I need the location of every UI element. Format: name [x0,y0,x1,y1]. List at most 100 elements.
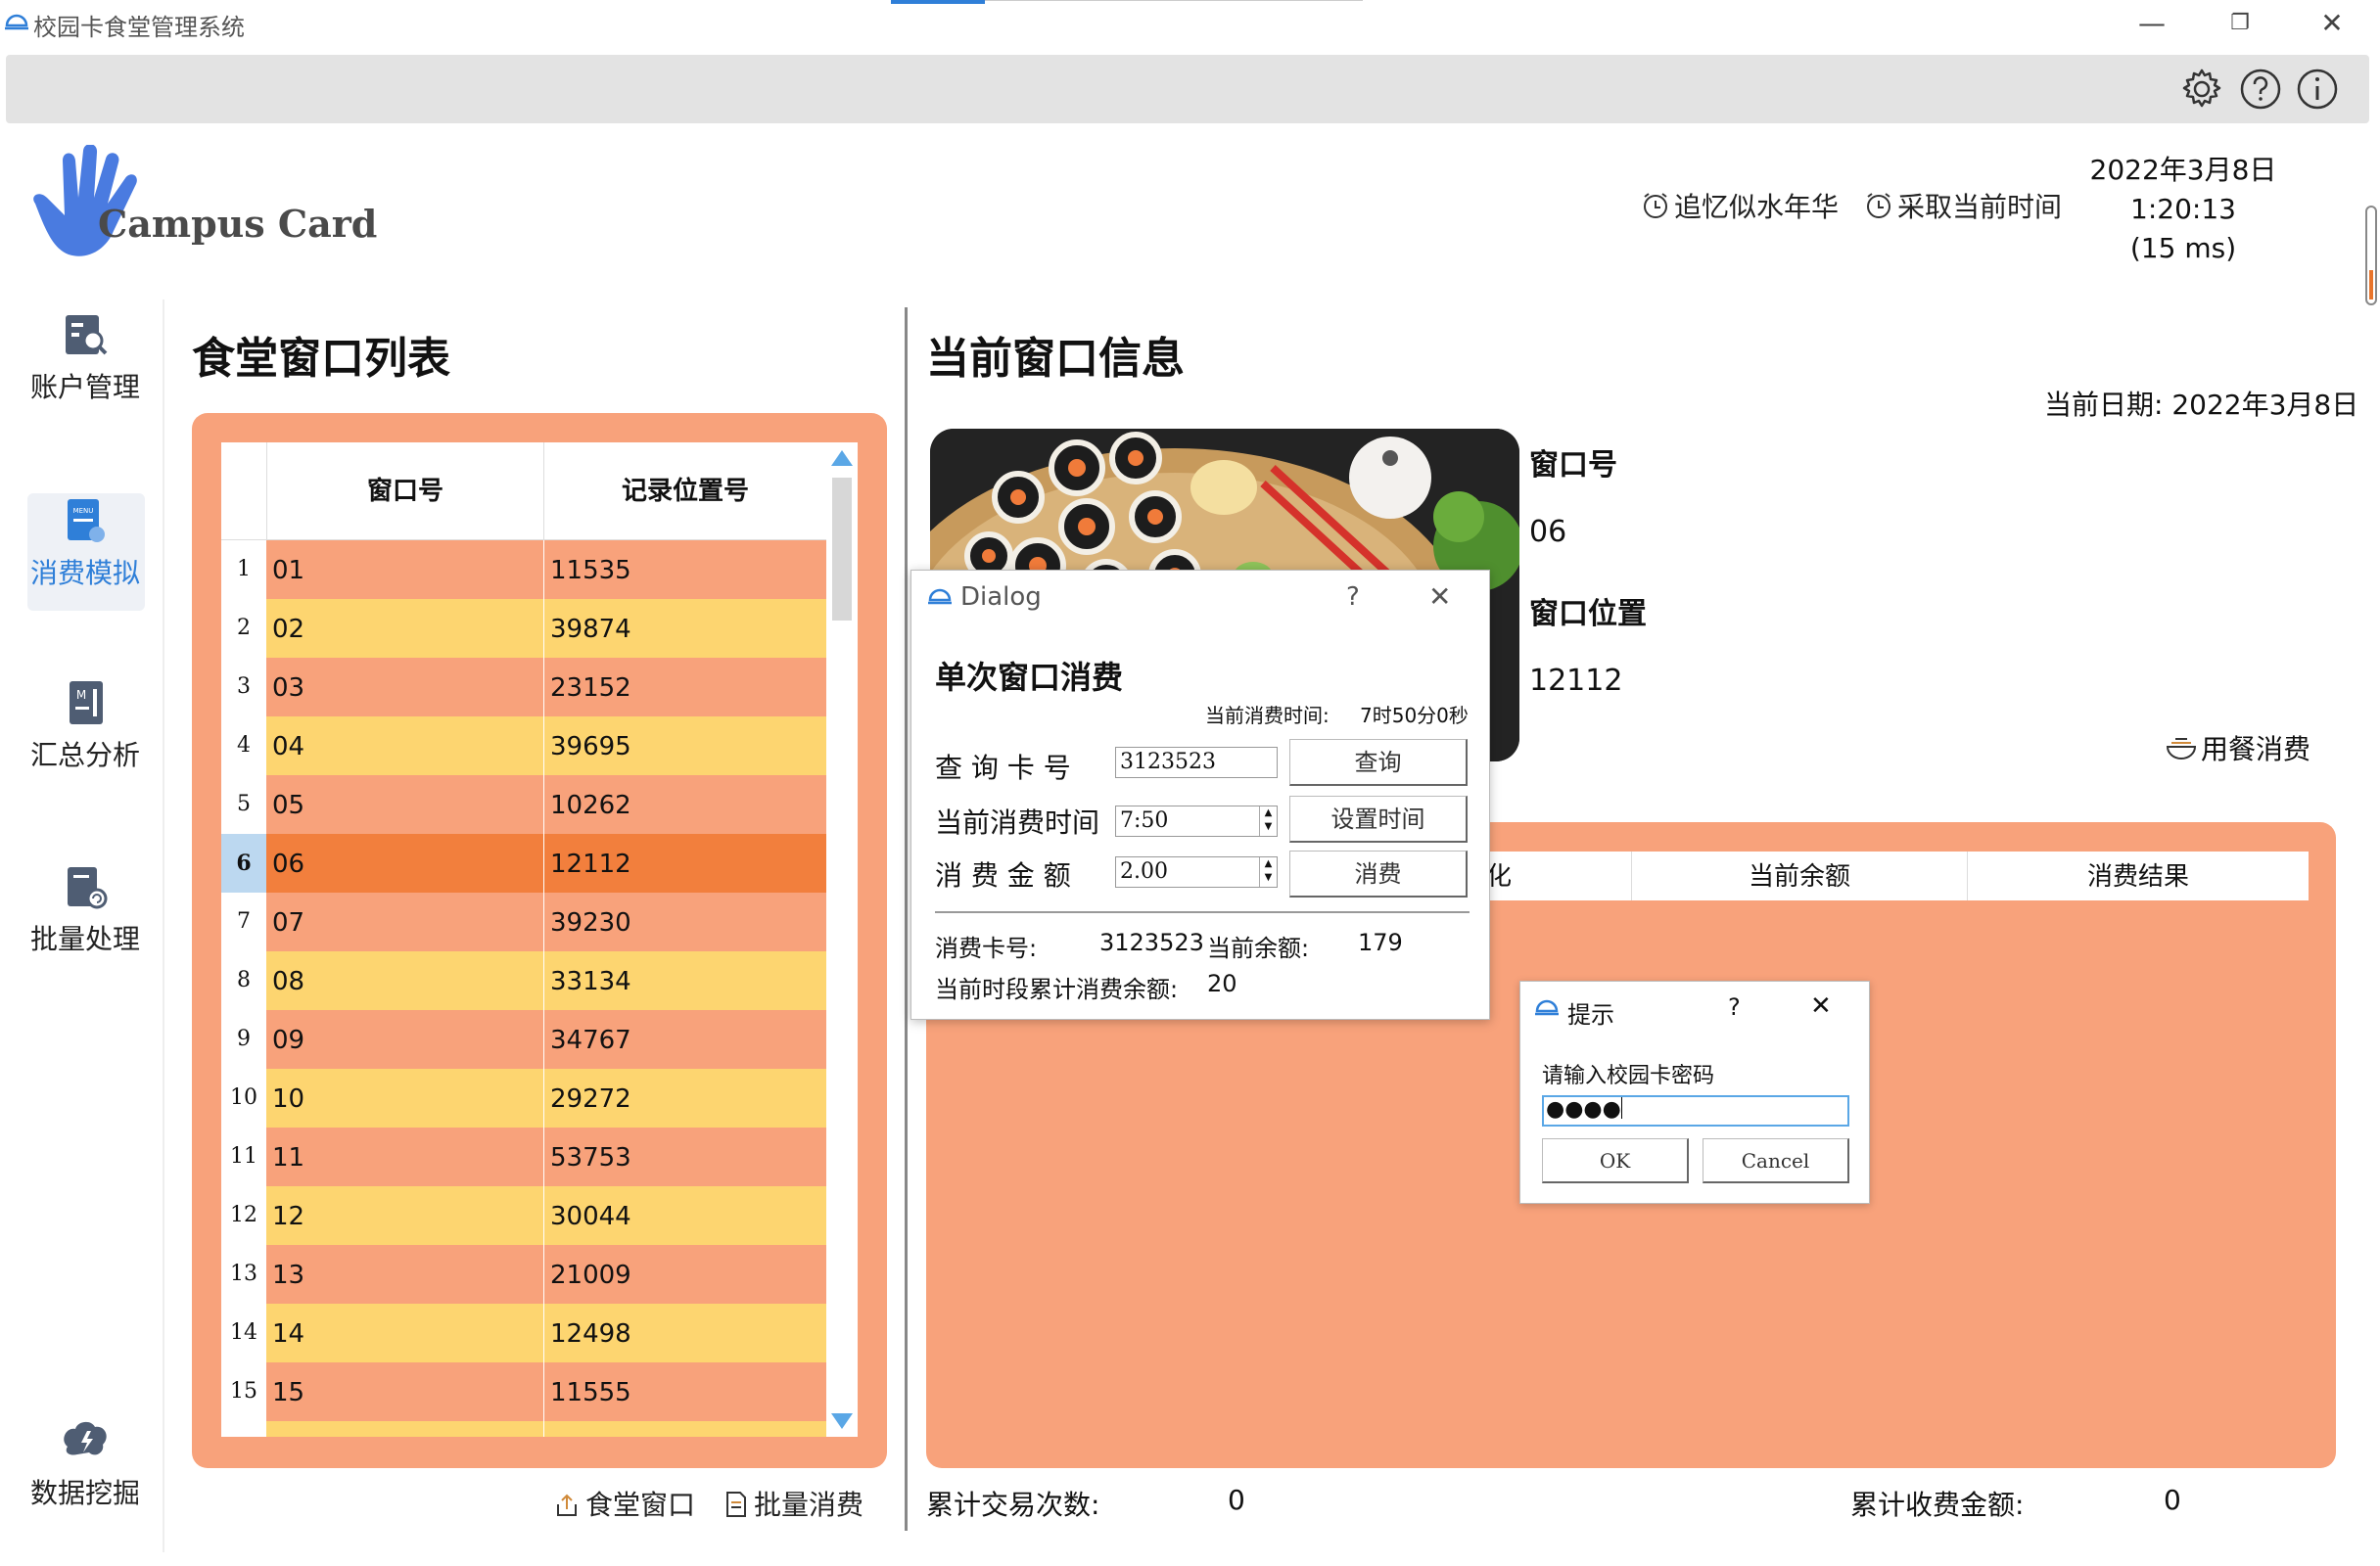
amount-spinner[interactable]: ▲ ▼ [1259,857,1277,887]
record-pos-cell: 11555 [544,1362,826,1421]
col-record-pos[interactable]: 记录位置号 [544,442,826,540]
window-no-cell: 08 [266,951,544,1010]
clock-display: 2022年3月8日 1:20:13 (15 ms) [2056,151,2310,268]
memory-link[interactable]: 追忆似水年华 [1641,186,1839,225]
time-spinner[interactable]: ▲ ▼ [1259,806,1277,836]
row-number [221,1421,266,1437]
record-pos-cell: 23152 [544,658,826,716]
help-icon[interactable] [2238,67,2283,112]
row-number: 4 [221,716,266,775]
prompt-close-button[interactable]: ✕ [1810,991,1832,1021]
set-time-button[interactable]: 设置时间 [1289,796,1468,843]
maximize-button[interactable]: ❐ [2211,4,2269,43]
minimize-button[interactable]: — [2123,4,2181,43]
table-row[interactable] [221,1421,826,1437]
row-number: 6 [221,834,266,893]
batch-consume-button[interactable]: 批量消费 [724,1484,863,1523]
row-number: 15 [221,1362,266,1421]
sidebar-item-consume-sim[interactable]: MENU 消费模拟 [27,497,143,591]
table-row[interactable]: 10 10 29272 [221,1069,826,1128]
col-balance[interactable]: 当前余额 [1631,852,1968,900]
settings-icon[interactable] [2179,67,2224,112]
row-number: 1 [221,540,266,599]
query-card-input[interactable]: 3123523 [1115,747,1278,778]
row-number: 2 [221,599,266,658]
table-row[interactable]: 7 07 39230 [221,893,826,951]
table-row[interactable]: 5 05 10262 [221,775,826,834]
close-button[interactable]: ✕ [2303,4,2361,43]
table-row[interactable]: 2 02 39874 [221,599,826,658]
table-row[interactable]: 14 14 12498 [221,1304,826,1362]
window-no-cell: 07 [266,893,544,951]
card-no-value: 3123523 [1099,929,1204,956]
table-row[interactable]: 1 01 11535 [221,540,826,599]
row-number: 5 [221,775,266,834]
cur-time-label: 当前消费时间: [1205,704,1330,727]
window-table: 窗口号 记录位置号 1 01 11535 2 02 39874 3 03 23152 4 04 396… [221,442,858,1437]
consume-time-label: 当前消费时间 [935,806,1100,839]
consume-button[interactable]: 消费 [1289,851,1468,898]
password-input[interactable]: ●●●● [1542,1095,1849,1127]
take-time-link-label: 采取当前时间 [1897,191,2063,223]
table-row[interactable]: 11 11 53753 [221,1128,826,1186]
total-tx-value: 0 [1228,1484,1245,1516]
window-no-cell: 13 [266,1245,544,1304]
record-pos-cell: 39695 [544,716,826,775]
sidebar-item-data-mining[interactable]: 数据挖掘 [27,1417,143,1511]
table-row[interactable]: 12 12 30044 [221,1186,826,1245]
scroll-down-arrow[interactable] [831,1413,853,1429]
table-row[interactable]: 13 13 21009 [221,1245,826,1304]
row-number: 9 [221,1010,266,1069]
table-row[interactable]: 3 03 23152 [221,658,826,716]
current-window-title: 当前窗口信息 [926,334,1185,384]
col-window-no[interactable]: 窗口号 [266,442,544,540]
sidebar-item-summary[interactable]: M 汇总分析 [27,679,143,773]
consume-time-value: 7:50 [1120,808,1169,833]
cancel-button[interactable]: Cancel [1703,1138,1849,1183]
window-no-value: 06 [1529,515,1567,549]
window-no-cell: 10 [266,1069,544,1128]
col-result[interactable]: 消费结果 [1968,852,2309,900]
canteen-windows-button[interactable]: 食堂窗口 [554,1484,695,1523]
info-icon[interactable] [2295,67,2340,112]
window-pos-label: 窗口位置 [1529,597,1647,631]
window-no-cell: 15 [266,1362,544,1421]
page-scrollbar[interactable] [2365,206,2377,305]
table-row[interactable]: 9 09 34767 [221,1010,826,1069]
dialog-close-button[interactable]: ✕ [1428,580,1451,613]
table-row[interactable]: 4 04 39695 [221,716,826,775]
prompt-title: 提示 [1567,1001,1614,1029]
take-time-link[interactable]: 采取当前时间 [1864,186,2062,225]
consume-time-input[interactable]: 7:50 ▲ ▼ [1115,806,1278,837]
dialog-title: Dialog [960,582,1042,612]
balance-label: 当前余额: [1207,935,1310,962]
sidebar-item-account[interactable]: 账户管理 [27,311,143,405]
window-no-cell: 09 [266,1010,544,1069]
sidebar-item-batch[interactable]: 批量处理 [27,863,143,957]
scroll-up-arrow[interactable] [831,450,853,466]
ok-button[interactable]: OK [1542,1138,1689,1183]
app-icon [1535,999,1559,1016]
meal-consume-button[interactable]: 用餐消费 [2166,728,2310,767]
consume-dialog: Dialog ? ✕ 单次窗口消费 当前消费时间: 7时50分0秒 查 询 卡 … [910,570,1490,1020]
toolbar [6,55,2369,123]
record-pos-cell: 10262 [544,775,826,834]
password-prompt: 提示 ? ✕ 请输入校园卡密码 ●●●● OK Cancel [1519,981,1870,1204]
amount-input[interactable]: 2.00 ▲ ▼ [1115,856,1278,888]
table-body: 1 01 11535 2 02 39874 3 03 23152 4 04 39695 5 05 10262… [221,540,826,1437]
password-mask: ●●●● [1546,1097,1621,1122]
window-no-cell: 02 [266,599,544,658]
prompt-help-button[interactable]: ? [1728,993,1741,1021]
table-scrollbar[interactable] [826,442,858,1437]
sidebar-label: 汇总分析 [29,739,140,771]
table-row[interactable]: 8 08 33134 [221,951,826,1010]
table-row[interactable]: 6 06 12112 [221,834,826,893]
dialog-help-button[interactable]: ? [1346,582,1360,612]
tab-indicator [891,0,985,4]
query-button[interactable]: 查询 [1289,739,1468,786]
alarm-clock-icon [1644,193,1667,218]
col-partial[interactable]: 化 [1486,852,1525,900]
table-row[interactable]: 15 15 11555 [221,1362,826,1421]
scroll-thumb[interactable] [832,478,852,621]
record-pos-cell: 33134 [544,951,826,1010]
